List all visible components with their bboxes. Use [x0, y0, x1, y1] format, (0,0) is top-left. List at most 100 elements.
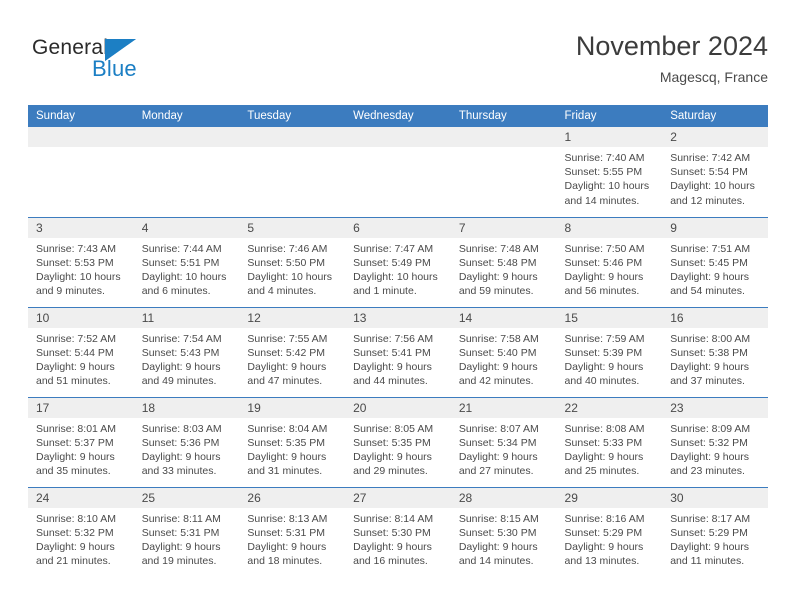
sunset-text: Sunset: 5:29 PM: [670, 526, 748, 539]
day-number: [345, 127, 451, 147]
sunrise-text: Sunrise: 7:55 AM: [247, 332, 328, 345]
calendar-day-cell[interactable]: 2 Sunrise: 7:42 AM Sunset: 5:54 PM Daylight…: [662, 127, 768, 217]
daylight-text: Daylight: 10 hours and 4 minutes.: [247, 270, 333, 298]
calendar-day-cell[interactable]: 24 Sunrise: 8:10 AM Sunset: 5:32 PM Dayligh…: [28, 486, 134, 577]
calendar-day-cell[interactable]: 30 Sunrise: 8:17 AM Sunset: 5:29 PM Dayligh…: [662, 486, 768, 577]
calendar-day-cell[interactable]: 13 Sunrise: 7:56 AM Sunset: 5:41 PM Dayligh…: [345, 306, 451, 397]
sunrise-text: Sunrise: 7:50 AM: [564, 242, 645, 255]
calendar-day-cell[interactable]: 5 Sunrise: 7:46 AM Sunset: 5:50 PM Daylight…: [239, 216, 346, 307]
day-number: 14: [450, 307, 557, 328]
daylight-text: Daylight: 9 hours and 37 minutes.: [670, 360, 750, 388]
day-number: 10: [28, 307, 134, 328]
calendar-day-cell[interactable]: 4 Sunrise: 7:44 AM Sunset: 5:51 PM Daylight…: [133, 216, 240, 307]
calendar-day-cell[interactable]: 26 Sunrise: 8:13 AM Sunset: 5:31 PM Dayligh…: [239, 486, 346, 577]
calendar-day-cell[interactable]: 17 Sunrise: 8:01 AM Sunset: 5:37 PM Dayligh…: [28, 396, 134, 487]
day-details: Sunrise: 8:08 AM Sunset: 5:33 PM Daylight:…: [557, 418, 663, 479]
daylight-text: Daylight: 9 hours and 11 minutes.: [670, 540, 750, 568]
sunrise-text: Sunrise: 7:40 AM: [564, 152, 645, 164]
sunrise-text: Sunrise: 8:15 AM: [458, 512, 539, 525]
calendar-week-row: 17 Sunrise: 8:01 AM Sunset: 5:37 PM Dayligh…: [28, 396, 768, 487]
sunrise-text: Sunrise: 7:42 AM: [670, 152, 751, 164]
calendar-day-cell[interactable]: 14 Sunrise: 7:58 AM Sunset: 5:40 PM Dayligh…: [450, 306, 557, 397]
day-number: 7: [450, 217, 557, 238]
day-number: 18: [133, 397, 240, 418]
weekday-header-saturday: Saturday: [662, 105, 768, 127]
day-number: 3: [28, 217, 134, 238]
sunset-text: Sunset: 5:49 PM: [353, 256, 431, 269]
calendar-day-cell[interactable]: 19 Sunrise: 8:04 AM Sunset: 5:35 PM Dayligh…: [239, 396, 346, 487]
calendar-header-row: Sunday Monday Tuesday Wednesday Thursday Frid…: [28, 105, 768, 127]
day-details: Sunrise: 8:17 AM Sunset: 5:29 PM Daylight:…: [662, 508, 768, 569]
calendar-day-cell[interactable]: 28 Sunrise: 8:15 AM Sunset: 5:30 PM Dayligh…: [450, 486, 557, 577]
calendar-day-cell[interactable]: 21 Sunrise: 8:07 AM Sunset: 5:34 PM Dayligh…: [450, 396, 557, 487]
day-details: Sunrise: 8:00 AM Sunset: 5:38 PM Daylight:…: [662, 328, 768, 389]
sunrise-text: Sunrise: 7:48 AM: [458, 242, 539, 255]
calendar-week-row: 10 Sunrise: 7:52 AM Sunset: 5:44 PM Dayligh…: [28, 306, 768, 397]
calendar-day-cell[interactable]: 1 Sunrise: 7:40 AM Sunset: 5:55 PM Daylight…: [556, 127, 663, 217]
day-details: Sunrise: 8:11 AM Sunset: 5:31 PM Daylight:…: [134, 508, 240, 569]
calendar-day-cell[interactable]: 10 Sunrise: 7:52 AM Sunset: 5:44 PM Dayligh…: [28, 306, 134, 397]
day-number: 21: [450, 397, 557, 418]
location-label: Magescq, France: [659, 69, 768, 85]
calendar-day-cell[interactable]: 18 Sunrise: 8:03 AM Sunset: 5:36 PM Dayligh…: [133, 396, 240, 487]
sunset-text: Sunset: 5:38 PM: [670, 346, 748, 359]
calendar-day-cell[interactable]: 7 Sunrise: 7:48 AM Sunset: 5:48 PM Daylight…: [450, 216, 557, 307]
sunrise-text: Sunrise: 8:07 AM: [458, 422, 539, 435]
sunset-text: Sunset: 5:36 PM: [141, 436, 220, 449]
day-number: [28, 127, 134, 147]
sunset-text: Sunset: 5:31 PM: [141, 526, 220, 539]
day-number: 4: [133, 217, 240, 238]
daylight-text: Daylight: 9 hours and 40 minutes.: [564, 360, 644, 388]
day-details: Sunrise: 7:51 AM Sunset: 5:45 PM Daylight:…: [662, 238, 768, 299]
daylight-text: Daylight: 9 hours and 13 minutes.: [564, 540, 644, 568]
daylight-text: Daylight: 9 hours and 21 minutes.: [36, 540, 115, 568]
calendar-day-cell[interactable]: 29 Sunrise: 8:16 AM Sunset: 5:29 PM Dayligh…: [556, 486, 663, 577]
day-number: 9: [662, 217, 768, 238]
daylight-text: Daylight: 10 hours and 9 minutes.: [36, 270, 121, 298]
calendar-day-cell[interactable]: 11 Sunrise: 7:54 AM Sunset: 5:43 PM Dayligh…: [133, 306, 240, 397]
daylight-text: Daylight: 9 hours and 51 minutes.: [36, 360, 115, 388]
calendar-day-cell[interactable]: 27 Sunrise: 8:14 AM Sunset: 5:30 PM Dayligh…: [345, 486, 451, 577]
daylight-text: Daylight: 9 hours and 47 minutes.: [247, 360, 327, 388]
calendar-day-cell[interactable]: 15 Sunrise: 7:59 AM Sunset: 5:39 PM Dayligh…: [556, 306, 663, 397]
calendar-day-cell[interactable]: 16 Sunrise: 8:00 AM Sunset: 5:38 PM Dayligh…: [662, 306, 768, 397]
weekday-header-wednesday: Wednesday: [345, 105, 451, 127]
sunset-text: Sunset: 5:37 PM: [36, 436, 114, 449]
day-details: Sunrise: 7:43 AM Sunset: 5:53 PM Daylight:…: [28, 238, 134, 299]
sunset-text: Sunset: 5:43 PM: [141, 346, 220, 359]
calendar-day-cell-empty: [345, 127, 451, 217]
calendar-day-cell[interactable]: 20 Sunrise: 8:05 AM Sunset: 5:35 PM Dayligh…: [345, 396, 451, 487]
day-number: 8: [556, 217, 663, 238]
sunrise-text: Sunrise: 8:08 AM: [564, 422, 645, 435]
calendar-day-cell[interactable]: 3 Sunrise: 7:43 AM Sunset: 5:53 PM Daylight…: [28, 216, 134, 307]
daylight-text: Daylight: 9 hours and 49 minutes.: [141, 360, 221, 388]
weekday-header-friday: Friday: [556, 105, 663, 127]
sunset-text: Sunset: 5:48 PM: [458, 256, 537, 269]
calendar-day-cell[interactable]: 23 Sunrise: 8:09 AM Sunset: 5:32 PM Dayligh…: [662, 396, 768, 487]
calendar-grid: Sunday Monday Tuesday Wednesday Thursday Frid…: [28, 105, 768, 577]
day-details: Sunrise: 7:50 AM Sunset: 5:46 PM Daylight:…: [557, 238, 663, 299]
calendar-day-cell[interactable]: 12 Sunrise: 7:55 AM Sunset: 5:42 PM Dayligh…: [239, 306, 346, 397]
sunrise-text: Sunrise: 8:03 AM: [141, 422, 222, 435]
sunrise-text: Sunrise: 7:56 AM: [353, 332, 434, 345]
calendar-day-cell[interactable]: 9 Sunrise: 7:51 AM Sunset: 5:45 PM Daylight…: [662, 216, 768, 307]
brand-name-blue: Blue: [92, 56, 137, 81]
daylight-text: Daylight: 9 hours and 16 minutes.: [353, 540, 432, 568]
calendar-day-cell[interactable]: 6 Sunrise: 7:47 AM Sunset: 5:49 PM Daylight…: [345, 216, 451, 307]
calendar-page: General Blue November 2024 Magescq, Fran…: [0, 0, 792, 612]
daylight-text: Daylight: 9 hours and 19 minutes.: [141, 540, 221, 568]
weekday-header-monday: Monday: [133, 105, 240, 127]
brand-logo[interactable]: General Blue: [32, 36, 272, 94]
day-details: Sunrise: 8:03 AM Sunset: 5:36 PM Daylight:…: [134, 418, 240, 479]
calendar-day-cell[interactable]: 8 Sunrise: 7:50 AM Sunset: 5:46 PM Daylight…: [556, 216, 663, 307]
sunset-text: Sunset: 5:30 PM: [353, 526, 431, 539]
day-details: Sunrise: 7:59 AM Sunset: 5:39 PM Daylight:…: [557, 328, 663, 389]
daylight-text: Daylight: 9 hours and 54 minutes.: [670, 270, 750, 298]
sunrise-text: Sunrise: 8:17 AM: [670, 512, 751, 525]
calendar-day-cell[interactable]: 25 Sunrise: 8:11 AM Sunset: 5:31 PM Dayligh…: [133, 486, 240, 577]
calendar-day-cell[interactable]: 22 Sunrise: 8:08 AM Sunset: 5:33 PM Dayligh…: [556, 396, 663, 487]
day-details: Sunrise: 7:44 AM Sunset: 5:51 PM Daylight:…: [134, 238, 240, 299]
daylight-text: Daylight: 9 hours and 27 minutes.: [458, 450, 538, 478]
sunset-text: Sunset: 5:42 PM: [247, 346, 326, 359]
daylight-text: Daylight: 9 hours and 25 minutes.: [564, 450, 644, 478]
